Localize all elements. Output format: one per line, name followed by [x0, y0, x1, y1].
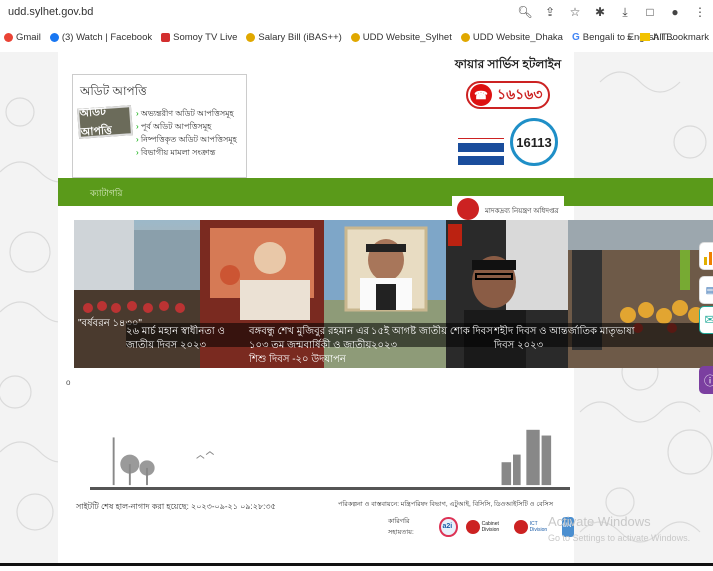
url-text[interactable]: udd.sylhet.gov.bd: [8, 6, 93, 18]
sidepanel-icon[interactable]: □: [643, 5, 657, 19]
site-footer: সাইটটি শেষ হাল-নাগাদ করা হয়েছে: ২০২৩-০৯…: [58, 426, 574, 560]
all-bookmarks-button[interactable]: All Bookmark: [640, 32, 709, 43]
profile-avatar[interactable]: ●: [668, 5, 682, 19]
gmail-icon: [4, 32, 13, 42]
chat-icon[interactable]: ✉: [699, 306, 713, 334]
slide-caption: বঙ্গবন্ধু শেখ মুজিবুর রহমান এর ১০৩ তম জন…: [249, 326, 372, 365]
activate-windows-watermark: Activate Windows Go to Settings to activ…: [548, 514, 690, 546]
zoom-icon[interactable]: 🔍︎: [517, 5, 532, 19]
audit-link-internal[interactable]: অভ্যন্তরীণ অডিট আপত্তিসমূহ: [136, 107, 237, 120]
slide-caption: ১৫ই আগষ্ট জাতীয় শোক দিবস ২০২৩: [371, 326, 493, 351]
emblem-text: মাদকদ্রব্য নিয়ন্ত্রণ অধিদপ্তর: [485, 208, 559, 215]
carousel-marker: o: [66, 378, 71, 387]
tech-partners: কারিগরি সহায়তায়: a2i Cabinet Division …: [388, 516, 574, 538]
carousel-captions: ২৬ মার্চ মহান স্বাধীনতা ও জাতীয় দিবস ২০…: [126, 325, 713, 365]
watermark-line-1: Activate Windows: [548, 514, 651, 529]
audit-links-list: অভ্যন্তরীণ অডিট আপত্তিসমূহ পূর্ব অডিট আপ…: [136, 107, 237, 159]
government-emblem-icon: [457, 198, 479, 220]
footer-landscape-illustration: [90, 429, 570, 490]
slide-caption: ২৬ মার্চ মহান স্বাধীনতা ও জাতীয় দিবস ২০…: [126, 326, 225, 351]
bookmark-salary-bill[interactable]: Salary Bill (iBAS++): [246, 32, 342, 43]
slide-caption: শহীদ দিবস ও আন্তর্জাতিক মাতৃভাষা দিবস ২০…: [494, 326, 635, 351]
audit-objections-panel: অডিট আপত্তি অডিট আপত্তি অভ্যন্তরীণ অডিট …: [72, 74, 247, 178]
hotline-title: ফায়ার সার্ভিস হটলাইন: [454, 57, 562, 71]
hotline-logo-stack: [458, 132, 504, 182]
bar-chart-icon[interactable]: [699, 242, 713, 270]
menu-icon[interactable]: ⋮: [693, 5, 707, 19]
a2i-logo[interactable]: a2i: [439, 517, 458, 537]
footer-credits: পরিকল্পনা ও বাস্তবায়নে: মন্ত্রিপরিষদ বি…: [338, 501, 554, 508]
women-helpline-badge[interactable]: 16113: [510, 118, 558, 166]
toolbar-icons: 🔍︎ ⇪ ☆ ✱ ⤓ □ ● ⋮: [517, 5, 707, 20]
google-icon: G: [571, 31, 580, 43]
screen-bottom-edge: [0, 563, 713, 566]
extensions-icon[interactable]: ✱: [593, 5, 607, 19]
bookmarks-bar: Gmail (3) Watch | Facebook Somoy TV Live…: [0, 26, 713, 48]
site-icon: [460, 32, 470, 42]
folder-icon: [640, 33, 651, 41]
share-icon[interactable]: ⇪: [543, 5, 557, 19]
page-viewport: অডিট আপত্তি অডিট আপত্তি অভ্যন্তরীণ অডিট …: [0, 52, 713, 563]
info-icon[interactable]: ⓘ: [699, 366, 713, 394]
download-icon[interactable]: ⤓: [618, 5, 632, 19]
facebook-icon: [49, 32, 59, 42]
site-icon: [350, 32, 360, 42]
phone-icon: ☎: [470, 84, 492, 106]
site-icon: [246, 32, 256, 42]
category-bar-label: ক্যাটাগরি: [90, 188, 123, 198]
audit-link-departmental[interactable]: বিভাগীয় মামলা সংক্রান্ত: [136, 146, 237, 159]
more-bookmarks-button[interactable]: »: [627, 32, 632, 43]
watermark-line-2: Go to Settings to activate Windows.: [548, 533, 691, 543]
ribbon-icon[interactable]: ▤: [699, 276, 713, 304]
narcotics-control-banner[interactable]: মাদকদ্রব্য নিয়ন্ত্রণ অধিদপ্তর: [452, 196, 564, 222]
youtube-icon: [161, 32, 171, 42]
bookmark-udd-sylhet[interactable]: UDD Website_Sylhet: [350, 32, 452, 43]
bookmark-gmail[interactable]: Gmail: [4, 32, 41, 43]
address-bar[interactable]: udd.sylhet.gov.bd 🔍︎ ⇪ ☆ ✱ ⤓ □ ● ⋮: [0, 0, 713, 24]
bookmark-udd-dhaka[interactable]: UDD Website_Dhaka: [460, 32, 563, 43]
audit-stamp-image: অডিট আপত্তি: [77, 105, 133, 139]
bookmark-facebook[interactable]: (3) Watch | Facebook: [49, 32, 152, 43]
bookmarks-right: » All Bookmark: [627, 26, 709, 48]
hotline-number: ১৬১৬৩: [497, 86, 543, 102]
category-bar: ক্যাটাগরি: [58, 178, 713, 206]
bookmark-somoy-tv[interactable]: Somoy TV Live: [161, 32, 237, 43]
audit-link-previous[interactable]: পূর্ব অডিট আপত্তিসমূহ: [136, 120, 237, 133]
audit-panel-title: অডিট আপত্তি: [80, 84, 147, 98]
bookmark-star-icon[interactable]: ☆: [568, 5, 582, 19]
fire-service-hotline-banner[interactable]: ফায়ার সার্ভিস হটলাইন ☎ ১৬১৬৩ 16113: [452, 56, 564, 176]
browser-chrome: udd.sylhet.gov.bd 🔍︎ ⇪ ☆ ✱ ⤓ □ ● ⋮ Gmail…: [0, 0, 713, 52]
hotline-number-badge: ☎ ১৬১৬৩: [466, 81, 550, 109]
last-updated-text: সাইটটি শেষ হাল-নাগাদ করা হয়েছে: ২০২৩-০৯…: [76, 502, 276, 511]
audit-link-settled[interactable]: নিষ্পত্তিকৃত অডিট আপত্তিসমূহ: [136, 133, 237, 146]
tech-partners-label: কারিগরি সহায়তায়:: [388, 518, 414, 536]
cabinet-division-logo[interactable]: Cabinet Division: [465, 520, 506, 534]
